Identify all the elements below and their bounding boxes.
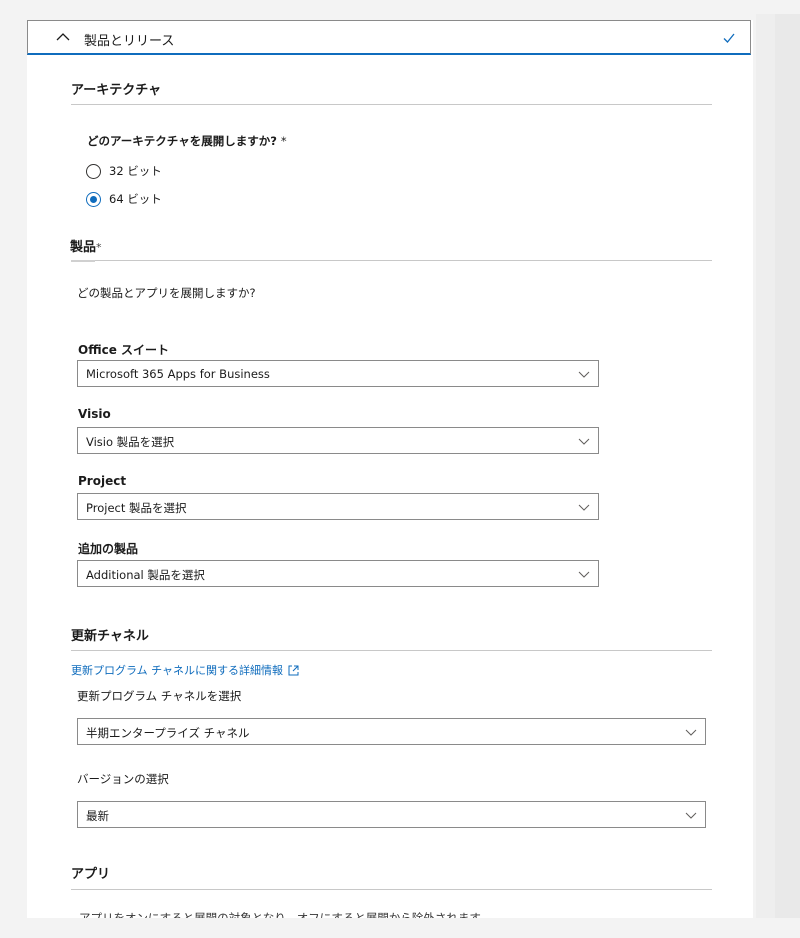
- project-label: Project: [78, 474, 127, 488]
- project-dropdown[interactable]: Project 製品を選択: [77, 493, 599, 520]
- chevron-down-icon: [578, 438, 590, 445]
- chevron-down-icon: [685, 812, 697, 819]
- radio-32-bit[interactable]: 32 ビット: [86, 161, 162, 181]
- architecture-question-text: どのアーキテクチャを展開しますか?: [87, 134, 277, 148]
- chevron-up-icon[interactable]: [54, 28, 72, 46]
- chevron-down-icon: [685, 729, 697, 736]
- visio-label: Visio: [78, 407, 111, 421]
- update-channel-divider: [71, 650, 712, 651]
- products-section-title: 製品*: [70, 236, 102, 255]
- page: 製品とリリース アーキテクチャ どのアーキテクチャを展開しますか? * 32 ビ…: [0, 0, 800, 938]
- version-select-label: バージョンの選択: [77, 772, 169, 786]
- checkmark-icon: [723, 33, 735, 43]
- version-dropdown[interactable]: 最新: [77, 801, 706, 828]
- office-suite-value: Microsoft 365 Apps for Business: [86, 367, 270, 381]
- required-mark: *: [280, 134, 287, 148]
- additional-products-value: Additional 製品を選択: [86, 568, 205, 582]
- architecture-divider: [71, 104, 712, 105]
- office-suite-dropdown[interactable]: Microsoft 365 Apps for Business: [77, 360, 599, 387]
- update-channel-section-title: 更新チャネル: [71, 629, 149, 644]
- architecture-question: どのアーキテクチャを展開しますか? *: [87, 133, 287, 149]
- open-in-new-window-icon: [288, 665, 299, 675]
- project-value: Project 製品を選択: [86, 501, 187, 515]
- radio-64-bit-circle[interactable]: [86, 191, 101, 207]
- products-section-title-text: 製品: [70, 240, 97, 255]
- visio-dropdown[interactable]: Visio 製品を選択: [77, 427, 599, 454]
- learn-more-link-text[interactable]: 更新プログラム チャネルに関する詳細情報: [71, 662, 283, 678]
- update-channel-dropdown[interactable]: 半期エンタープライズ チャネル: [77, 718, 706, 745]
- additional-products-dropdown[interactable]: Additional 製品を選択: [77, 560, 599, 587]
- radio-64-bit[interactable]: 64 ビット: [86, 189, 162, 209]
- radio-32-bit-circle[interactable]: [86, 163, 101, 179]
- architecture-section-title: アーキテクチャ: [71, 83, 162, 98]
- update-channel-learn-more-link[interactable]: 更新プログラム チャネルに関する詳細情報: [71, 662, 299, 678]
- version-value: 最新: [86, 809, 109, 823]
- chevron-down-icon: [578, 504, 590, 511]
- radio-64-bit-label: 64 ビット: [109, 192, 162, 206]
- products-and-releases-accordion-header[interactable]: 製品とリリース: [27, 20, 751, 55]
- products-required-mark: *: [96, 241, 102, 254]
- products-divider-accent: [71, 260, 95, 262]
- chevron-down-icon: [578, 571, 590, 578]
- radio-32-bit-label: 32 ビット: [109, 164, 162, 178]
- update-channel-value: 半期エンタープライズ チャネル: [86, 726, 250, 740]
- accordion-title: 製品とリリース: [84, 34, 175, 49]
- apps-section-title: アプリ: [71, 867, 111, 882]
- visio-value: Visio 製品を選択: [86, 435, 175, 449]
- apps-divider: [71, 889, 712, 890]
- office-suite-label: Office スイート: [78, 343, 170, 357]
- side-panel-edge: [775, 14, 800, 918]
- additional-products-label: 追加の製品: [78, 542, 139, 556]
- apps-description: アプリをオンにすると展開の対象となり、オフにすると展開から除外されます。: [79, 911, 492, 918]
- products-description: どの製品とアプリを展開しますか?: [77, 286, 256, 300]
- products-divider: [71, 260, 712, 261]
- chevron-down-icon: [578, 371, 590, 378]
- update-channel-select-label: 更新プログラム チャネルを選択: [77, 689, 242, 703]
- products-and-releases-panel: 製品とリリース アーキテクチャ どのアーキテクチャを展開しますか? * 32 ビ…: [27, 20, 753, 918]
